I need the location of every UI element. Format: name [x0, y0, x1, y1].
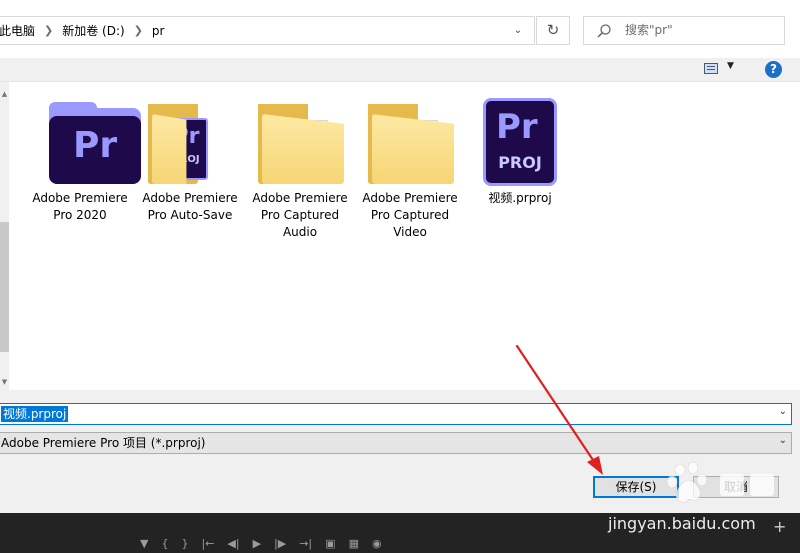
premiere-app-icon: Pr	[49, 102, 141, 184]
view-toolbar: ▼ ?	[0, 58, 800, 82]
breadcrumb-item-pr[interactable]: pr	[152, 24, 165, 38]
breadcrumb-item-drive-d[interactable]: 新加卷 (D:)	[62, 22, 124, 39]
address-bar-area: 此电脑 ❯ 新加卷 (D:) ❯ pr ⌄ ↻ 搜索"pr"	[0, 0, 800, 58]
change-view-icon[interactable]	[704, 63, 718, 74]
search-input[interactable]: 搜索"pr"	[583, 16, 785, 45]
chevron-right-icon[interactable]: ❯	[44, 24, 53, 37]
filename-value: 视频.prproj	[1, 406, 69, 422]
step-back-icon[interactable]: ◀|	[227, 537, 239, 551]
file-item-label: Adobe Premiere Pro Auto-Save	[142, 191, 238, 222]
step-forward-icon[interactable]: |▶	[274, 537, 286, 551]
filetype-select[interactable]: Adobe Premiere Pro 项目 (*.prproj) ⌄	[0, 432, 792, 454]
chevron-down-icon[interactable]: ⌄	[779, 435, 787, 446]
file-item-captured-video[interactable]: Adobe Premiere Pro Captured Video	[355, 94, 465, 241]
go-to-in-icon[interactable]: |←	[201, 537, 214, 551]
search-placeholder: 搜索"pr"	[625, 23, 673, 37]
file-list-pane: ▲ ▼ Pr Adobe Premiere Pro 2020 PrPROJ	[0, 82, 800, 390]
proj-glyph: PROJ	[498, 153, 542, 172]
file-item-label: Adobe Premiere Pro Captured Video	[362, 191, 458, 239]
breadcrumb-item-this-pc[interactable]: 此电脑	[0, 22, 35, 39]
view-options-dropdown-icon[interactable]: ▼	[727, 61, 734, 71]
file-item-captured-audio[interactable]: Adobe Premiere Pro Captured Audio	[245, 94, 355, 241]
refresh-button[interactable]: ↻	[536, 16, 570, 45]
export-frame-icon[interactable]: ◉	[372, 537, 382, 551]
go-to-out-icon[interactable]: →|	[299, 537, 312, 551]
marker-icon[interactable]: ▼	[140, 537, 148, 551]
file-item-label: 视频.prproj	[488, 191, 552, 205]
premiere-glyph: Pr	[496, 107, 538, 147]
scroll-up-arrow-icon[interactable]: ▲	[0, 90, 9, 98]
chevron-right-icon[interactable]: ❯	[134, 24, 143, 37]
overwrite-icon[interactable]: ▦	[349, 537, 359, 551]
chevron-down-icon[interactable]: ⌄	[779, 406, 787, 417]
refresh-icon: ↻	[546, 21, 560, 39]
folder-icon	[258, 104, 344, 184]
chevron-down-icon[interactable]: ⌄	[509, 22, 527, 40]
premiere-project-icon: Pr PROJ	[483, 98, 557, 186]
scrollbar-thumb[interactable]	[0, 222, 9, 352]
folder-icon	[368, 104, 454, 184]
add-button-icon[interactable]: +	[773, 517, 786, 536]
file-item-auto-save[interactable]: PrPROJ Adobe Premiere Pro Auto-Save	[135, 94, 245, 224]
watermark-text: jingyan.baidu.com	[608, 514, 756, 533]
file-item-premiere-pro-2020[interactable]: Pr Adobe Premiere Pro 2020	[25, 94, 141, 224]
vertical-scrollbar[interactable]: ▲ ▼	[0, 82, 9, 390]
mark-out-icon[interactable]: }	[181, 537, 188, 551]
filetype-value: Adobe Premiere Pro 项目 (*.prproj)	[1, 436, 206, 450]
file-item-video-prproj[interactable]: Pr PROJ 视频.prproj	[465, 94, 575, 207]
filename-field[interactable]: 视频.prproj ⌄	[0, 403, 792, 425]
transport-controls: ▼ { } |← ◀| ▶ |▶ →| ▣ ▦ ◉	[140, 537, 382, 551]
breadcrumb: 此电脑 ❯ 新加卷 (D:) ❯ pr	[0, 17, 165, 44]
premiere-folder-icon: PrPROJ	[148, 104, 234, 184]
insert-icon[interactable]: ▣	[325, 537, 335, 551]
help-icon[interactable]: ?	[765, 61, 782, 78]
file-item-label: Adobe Premiere Pro Captured Audio	[252, 191, 348, 239]
play-icon[interactable]: ▶	[253, 537, 261, 551]
scroll-down-arrow-icon[interactable]: ▼	[0, 378, 9, 386]
search-icon	[597, 24, 611, 38]
address-bar[interactable]: 此电脑 ❯ 新加卷 (D:) ❯ pr ⌄	[0, 16, 535, 45]
mark-in-icon[interactable]: {	[161, 537, 168, 551]
premiere-glyph: Pr	[49, 116, 141, 184]
file-item-label: Adobe Premiere Pro 2020	[32, 191, 128, 222]
baidu-watermark-logo	[666, 461, 774, 503]
